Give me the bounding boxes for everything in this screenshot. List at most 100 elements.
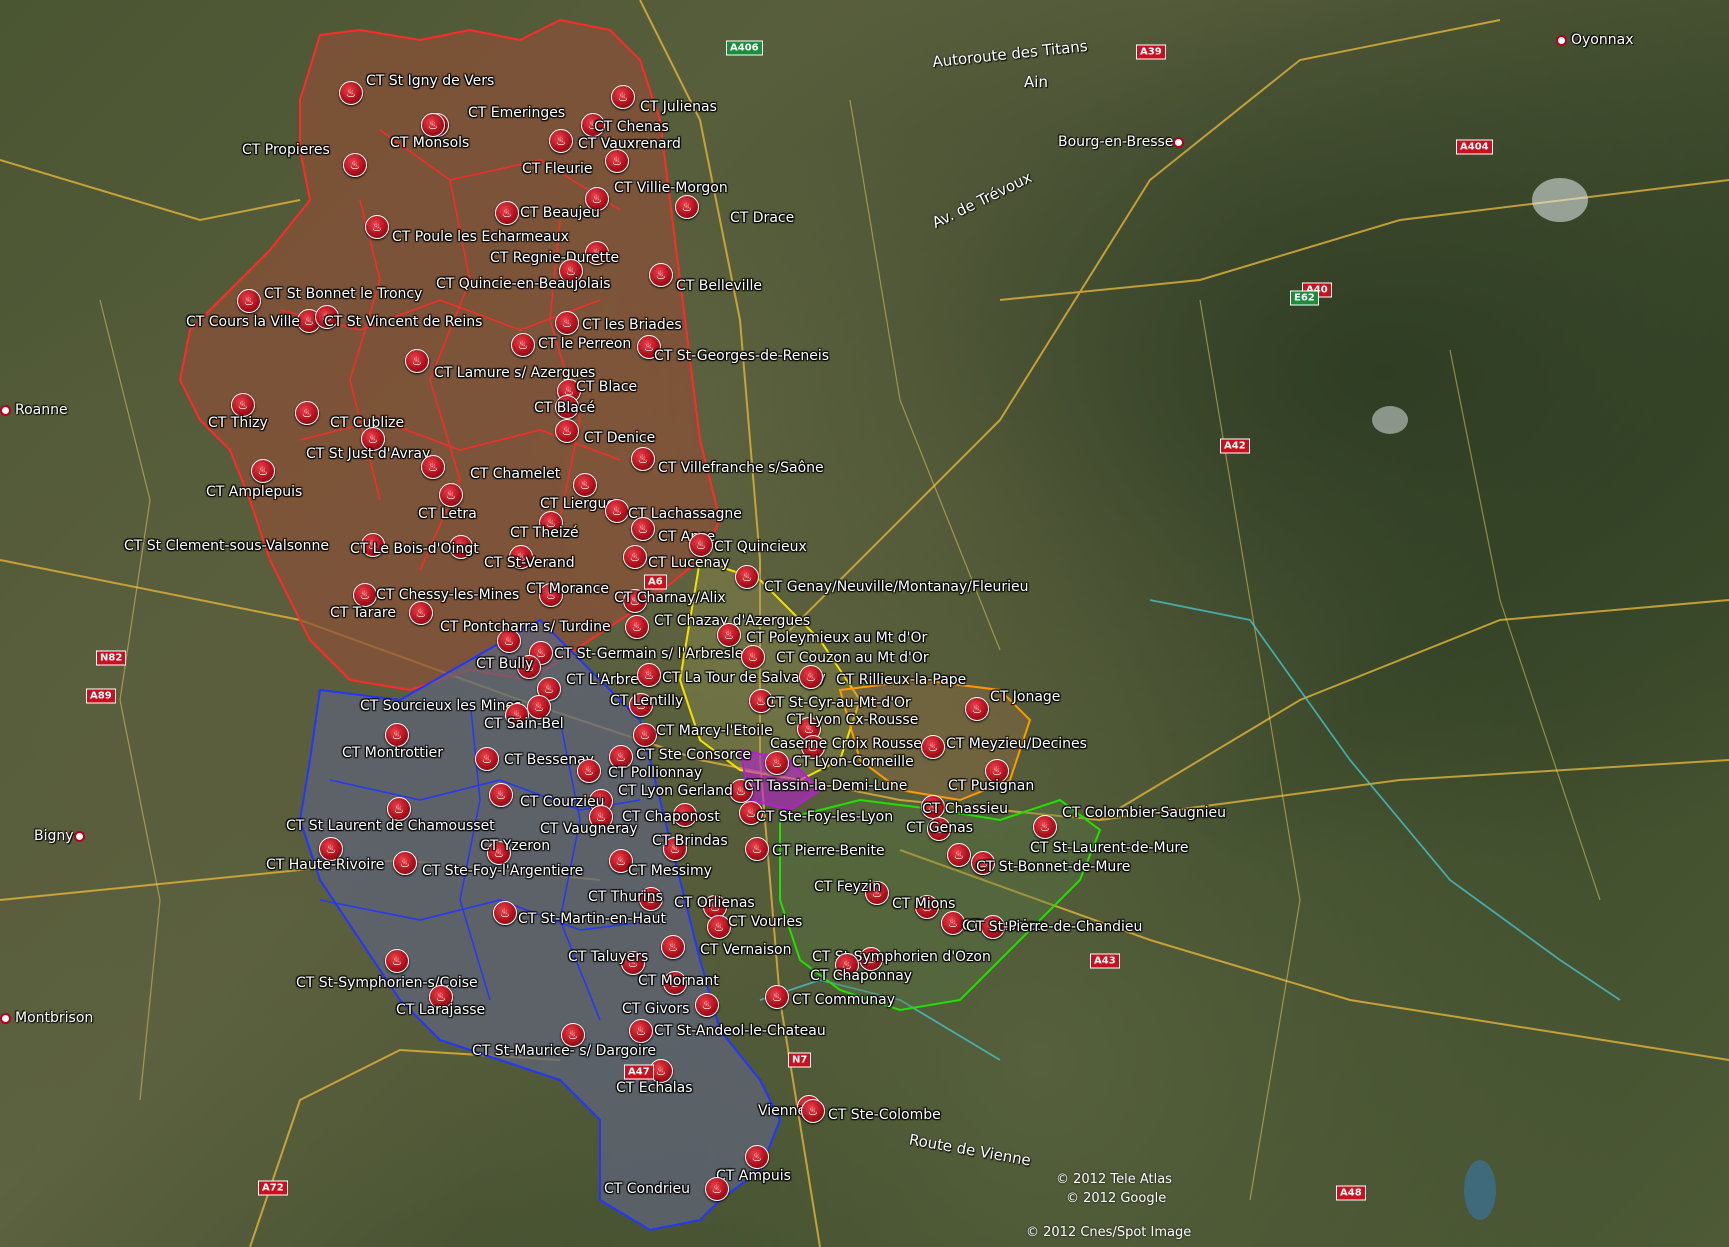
station-label: CT Quincie-en-Beaujolais (436, 276, 611, 292)
station-marker[interactable] (637, 663, 661, 687)
station-marker[interactable] (405, 349, 429, 373)
station-marker[interactable] (689, 533, 713, 557)
station-label: CT Beaujeu (520, 205, 600, 221)
station-label: CT Belleville (676, 278, 762, 294)
town-dot-icon (0, 1012, 11, 1024)
station-marker[interactable] (735, 565, 759, 589)
town-label: Roanne (0, 402, 68, 418)
road-shield: A42 (1220, 438, 1250, 454)
station-marker[interactable] (631, 517, 655, 541)
station-marker[interactable] (705, 1177, 729, 1201)
road-shield: N82 (96, 650, 127, 666)
station-label: CT Chessy-les-Mines (376, 587, 520, 603)
station-label: CT Chaponnay (810, 968, 913, 984)
road-shield: A89 (86, 688, 116, 704)
station-marker[interactable] (649, 263, 673, 287)
station-label: CT Cours la Ville (186, 314, 300, 330)
station-marker[interactable] (343, 153, 367, 177)
station-marker[interactable] (801, 1099, 825, 1123)
station-label: CT Quincieux (714, 539, 807, 555)
station-label: CT Vourles (728, 914, 803, 930)
station-label: CT Chamelet (470, 466, 561, 482)
station-label: CT St Vincent de Reins (324, 314, 483, 330)
station-marker[interactable] (799, 665, 823, 689)
station-marker[interactable] (675, 195, 699, 219)
station-marker[interactable] (965, 697, 989, 721)
copyright-tele-atlas: © 2012 Tele Atlas (1056, 1172, 1172, 1187)
station-marker[interactable] (629, 1019, 653, 1043)
station-marker[interactable] (605, 499, 629, 523)
station-label: CT Larajasse (396, 1002, 486, 1018)
town-label: Montbrison (0, 1010, 93, 1026)
station-marker[interactable] (495, 201, 519, 225)
station-label: CT St Clement-sous-Valsonne (124, 538, 329, 554)
road-shield: A39 (1136, 44, 1166, 60)
station-label: CT Orlienas (674, 895, 755, 911)
station-marker[interactable] (631, 447, 655, 471)
station-marker[interactable] (555, 311, 579, 335)
station-marker[interactable] (231, 393, 255, 417)
station-marker[interactable] (353, 583, 377, 607)
station-label: CT Lyon Gerland (618, 783, 733, 799)
station-label: CT Sourcieux les Mines (360, 698, 522, 714)
station-label: CT Pierre-Benite (772, 843, 885, 859)
station-marker[interactable] (475, 747, 499, 771)
station-marker[interactable] (489, 783, 513, 807)
station-marker[interactable] (695, 993, 719, 1017)
station-marker[interactable] (577, 759, 601, 783)
station-marker[interactable] (295, 401, 319, 425)
road-shield: A48 (1336, 1185, 1366, 1201)
station-label: CT Amplepuis (206, 484, 303, 500)
station-marker[interactable] (921, 735, 945, 759)
station-marker[interactable] (605, 149, 629, 173)
town-dot-icon (1556, 34, 1567, 46)
station-marker[interactable] (947, 843, 971, 867)
station-marker[interactable] (741, 645, 765, 669)
station-marker[interactable] (633, 723, 657, 747)
satellite-map[interactable]: CT St Igny de Vers CT Julienas CT Emeringe… (0, 0, 1729, 1247)
station-marker[interactable] (765, 985, 789, 1009)
station-label: CT Yzeron (480, 838, 551, 854)
station-marker[interactable] (421, 113, 445, 137)
road-shield: A404 (1456, 139, 1493, 155)
station-marker[interactable] (409, 601, 433, 625)
station-marker[interactable] (625, 615, 649, 639)
station-marker[interactable] (251, 459, 275, 483)
station-marker[interactable] (745, 837, 769, 861)
station-marker[interactable] (237, 289, 261, 313)
station-marker[interactable] (385, 723, 409, 747)
town-dot-icon (73, 830, 85, 842)
station-marker[interactable] (1033, 815, 1057, 839)
station-marker[interactable] (661, 935, 685, 959)
station-marker[interactable] (623, 545, 647, 569)
station-marker[interactable] (717, 623, 741, 647)
station-label: CT Letra (418, 506, 477, 522)
station-label: CT Sain-Bel (484, 716, 564, 732)
station-label: CT St-Laurent-de-Mure (1030, 840, 1189, 856)
station-label: Vienne (758, 1103, 807, 1119)
station-label: CT Brindas (652, 833, 728, 849)
town-label: Bigny (34, 828, 89, 844)
station-label: CT Poule les Echarmeaux (392, 229, 569, 245)
station-label: CT Tassin-la-Demi-Lune (744, 778, 908, 794)
station-marker[interactable] (393, 851, 417, 875)
station-marker[interactable] (765, 751, 789, 775)
station-marker[interactable] (611, 85, 635, 109)
station-marker[interactable] (493, 901, 517, 925)
station-label: CT St-Maurice- s/ Dargoire (472, 1043, 656, 1059)
station-label: CT Lucenay (648, 555, 730, 571)
station-marker[interactable] (745, 1145, 769, 1169)
station-marker[interactable] (439, 483, 463, 507)
station-marker[interactable] (573, 473, 597, 497)
road-shield: A6 (644, 574, 667, 590)
station-label: CT Lyon-Corneille (792, 754, 914, 770)
station-label: CT Givors (622, 1001, 690, 1017)
station-marker[interactable] (385, 949, 409, 973)
station-marker[interactable] (549, 129, 573, 153)
station-marker[interactable] (339, 81, 363, 105)
station-marker[interactable] (511, 333, 535, 357)
road-shield: N7 (788, 1052, 812, 1068)
station-marker[interactable] (421, 455, 445, 479)
station-marker[interactable] (555, 419, 579, 443)
station-marker[interactable] (365, 215, 389, 239)
